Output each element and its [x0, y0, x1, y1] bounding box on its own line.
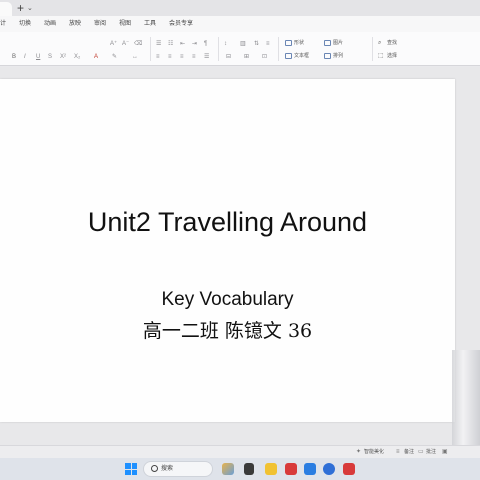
taskbar-search-label: 搜索	[161, 466, 174, 472]
separator	[218, 37, 219, 61]
picture-button[interactable]: 图片	[333, 39, 343, 47]
tab-animations[interactable]: 动画	[44, 19, 56, 29]
notes-button[interactable]: 备注	[404, 448, 414, 456]
highlight-icon[interactable]: ✎	[112, 53, 117, 61]
comments-button[interactable]: 批注	[426, 448, 436, 456]
new-tab-button[interactable]: +	[17, 1, 24, 15]
ribbon-tab-bar: 计 切换 动画 放映 审阅 视图 工具 会员专享	[0, 16, 480, 32]
font-color-icon[interactable]: A	[94, 53, 98, 61]
arrange-button[interactable]: 排列	[333, 52, 343, 60]
browser-icon[interactable]	[323, 463, 335, 475]
justify-icon[interactable]: ≡	[192, 53, 196, 61]
shape-button[interactable]: 形状	[294, 39, 304, 47]
tab-slideshow[interactable]: 放映	[69, 19, 81, 29]
separator	[150, 37, 151, 61]
editing-workspace: Unit2 Travelling Around Key Vocabulary 高…	[0, 67, 480, 445]
tab-design[interactable]: 计	[0, 19, 6, 29]
smart-art-icon[interactable]: ⊞	[244, 53, 249, 61]
underline-icon[interactable]: U	[36, 53, 40, 61]
distribute-icon[interactable]: ☰	[204, 53, 209, 61]
find-icon[interactable]: ⌕	[378, 39, 381, 47]
superscript-icon[interactable]: X²	[60, 53, 66, 61]
align-center-icon[interactable]: ≡	[168, 53, 172, 61]
file-explorer-icon[interactable]	[265, 463, 277, 475]
tab-review[interactable]: 审阅	[94, 19, 106, 29]
comments-icon[interactable]: ▭	[418, 449, 424, 456]
slide-author-line[interactable]: 高一二班 陈镱文 36	[0, 319, 455, 343]
wps-office-icon[interactable]	[343, 463, 355, 475]
smart-beautify-icon[interactable]: ✦	[356, 449, 361, 456]
text-align-icon[interactable]: ⊟	[226, 53, 231, 61]
separator	[372, 37, 373, 61]
select-button[interactable]: 选择	[387, 52, 397, 60]
paragraph-icon[interactable]: ¶	[204, 40, 207, 48]
slide-subtitle[interactable]: Key Vocabulary	[0, 289, 455, 311]
columns-icon[interactable]: ▥	[240, 40, 246, 48]
ribbon-toolbar: A⁺ A⁻ ⌫ ☰ ☷ ⇤ ⇥ ¶ ↕ ▥ ⇅ ≡ B I U S X² X₂ …	[0, 32, 480, 66]
slide-title[interactable]: Unit2 Travelling Around	[0, 206, 455, 238]
tab-strip: + ⌄	[0, 0, 480, 16]
more-paragraph-icon[interactable]: ⊡	[262, 53, 267, 61]
font-size-up-icon[interactable]: A⁺	[110, 40, 117, 48]
taskbar-search[interactable]: 搜索	[143, 461, 213, 477]
separator	[278, 37, 279, 61]
strikethrough-icon[interactable]: S	[48, 53, 52, 61]
align-text-icon[interactable]: ≡	[266, 40, 270, 48]
font-size-down-icon[interactable]: A⁻	[122, 40, 129, 48]
indent-icon[interactable]: ⇤	[180, 40, 185, 48]
textbox-icon[interactable]	[285, 53, 292, 59]
tab-list-chevron-icon[interactable]: ⌄	[27, 2, 33, 16]
slide-canvas[interactable]: Unit2 Travelling Around Key Vocabulary 高…	[0, 79, 455, 422]
tab-transitions[interactable]: 切换	[19, 19, 31, 29]
shape-icon[interactable]	[285, 40, 292, 46]
task-view-icon[interactable]	[244, 463, 254, 475]
align-right-icon[interactable]: ≡	[180, 53, 184, 61]
arrange-icon[interactable]	[324, 53, 331, 59]
align-left-icon[interactable]: ≡	[156, 53, 160, 61]
char-spacing-icon[interactable]: ↔	[132, 53, 138, 61]
clear-format-icon[interactable]: ⌫	[134, 40, 142, 48]
app-blue-icon[interactable]	[304, 463, 316, 475]
bold-icon[interactable]: B	[12, 53, 16, 61]
picture-icon[interactable]	[324, 40, 331, 46]
status-bar: ✦ 智能美化 ≡ 备注 ▭ 批注 ▣	[0, 445, 480, 458]
smart-beautify-button[interactable]: 智能美化	[364, 448, 384, 456]
screen-glare	[452, 350, 480, 445]
document-tab[interactable]	[0, 2, 12, 16]
app-red-icon[interactable]	[285, 463, 297, 475]
subscript-icon[interactable]: X₂	[74, 53, 80, 61]
bullet-list-icon[interactable]: ☰	[156, 40, 161, 48]
widget-icon[interactable]	[222, 463, 234, 475]
search-icon	[151, 465, 158, 472]
outdent-icon[interactable]: ⇥	[192, 40, 197, 48]
find-button[interactable]: 查找	[387, 39, 397, 47]
windows-start-icon[interactable]	[125, 463, 137, 475]
numbered-list-icon[interactable]: ☷	[168, 40, 173, 48]
line-spacing-icon[interactable]: ↕	[224, 40, 227, 48]
textbox-button[interactable]: 文本框	[294, 52, 309, 60]
tab-view[interactable]: 视图	[119, 19, 131, 29]
normal-view-icon[interactable]: ▣	[442, 449, 448, 456]
text-direction-icon[interactable]: ⇅	[254, 40, 259, 48]
select-icon[interactable]: ⬚	[378, 52, 384, 60]
taskbar: 搜索	[0, 458, 480, 480]
italic-icon[interactable]: I	[24, 53, 26, 61]
tab-member[interactable]: 会员专享	[169, 19, 193, 29]
notes-icon[interactable]: ≡	[396, 449, 400, 456]
tab-tools[interactable]: 工具	[144, 19, 156, 29]
